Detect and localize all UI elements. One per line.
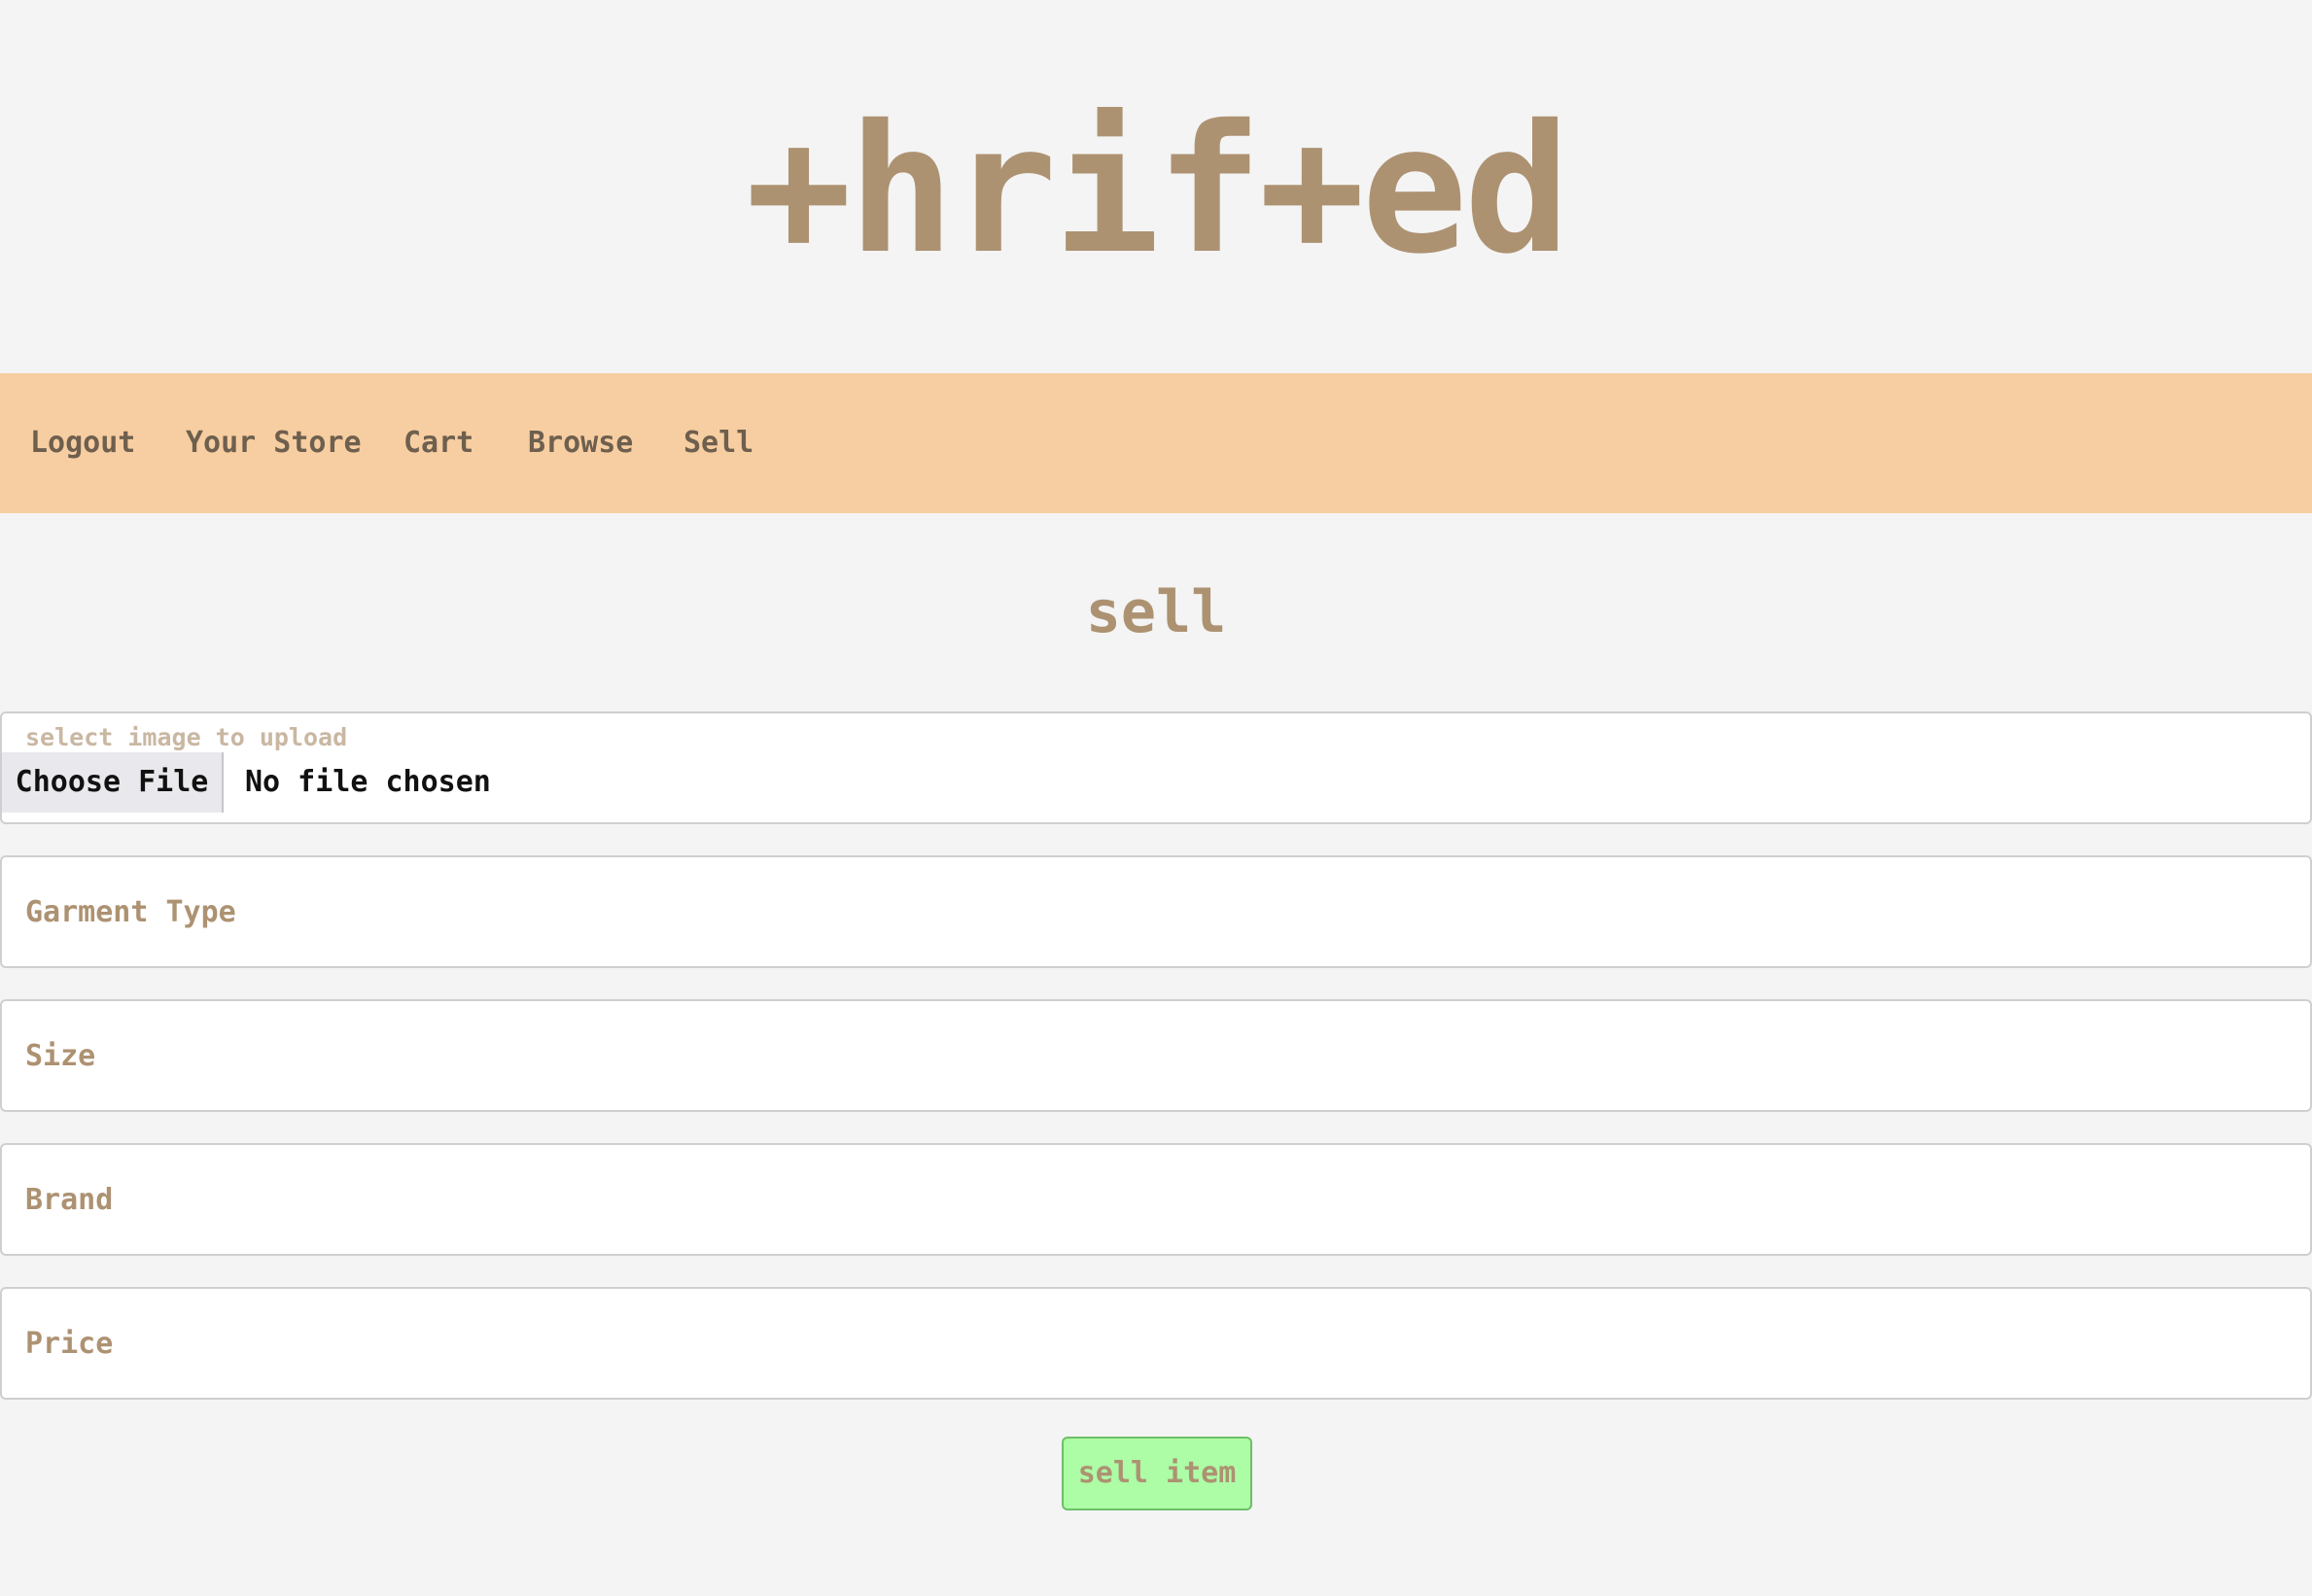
nav-item-your-store[interactable]: Your Store [186,373,362,513]
brand-field-box [0,1143,2312,1256]
nav-item-logout[interactable]: Logout [30,373,135,513]
nav-item-cart[interactable]: Cart [403,373,473,513]
size-field-box [0,999,2312,1112]
garment-type-field-box [0,855,2312,968]
brand-input[interactable] [2,1145,2310,1254]
sell-item-button[interactable]: sell item [1062,1437,1252,1510]
size-input[interactable] [2,1001,2310,1110]
choose-file-button[interactable]: Choose File [2,752,224,813]
price-input[interactable] [2,1289,2310,1398]
nav-item-sell[interactable]: Sell [683,373,753,513]
nav-bar: Logout Your Store Cart Browse Sell [0,373,2312,513]
site-logo: +hrif+ed [745,87,1571,293]
garment-type-input[interactable] [2,857,2310,966]
image-upload-field: select image to upload Choose File No fi… [0,711,2312,824]
upload-label: select image to upload [25,723,348,751]
price-field-box [0,1287,2312,1400]
page-title: sell [1085,578,1227,646]
file-status-text: No file chosen [245,765,491,799]
nav-item-browse[interactable]: Browse [528,373,633,513]
